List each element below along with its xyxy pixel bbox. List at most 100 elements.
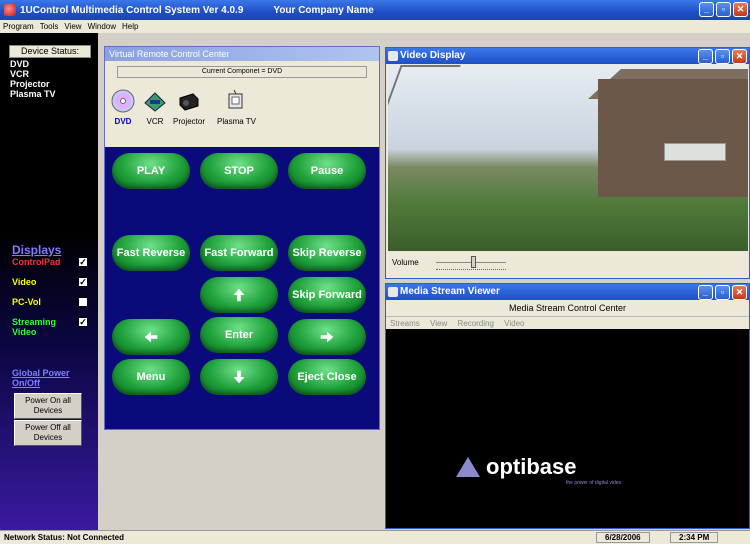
- fast-forward-button[interactable]: Fast Forward: [200, 235, 278, 271]
- skip-reverse-button[interactable]: Skip Reverse: [288, 235, 366, 271]
- minimize-icon[interactable]: _: [698, 49, 713, 64]
- close-icon[interactable]: ✕: [732, 49, 747, 64]
- menu-help[interactable]: Help: [122, 22, 138, 31]
- display-checkbox[interactable]: ✓: [78, 277, 88, 287]
- menu-button[interactable]: Menu: [112, 359, 190, 395]
- maximize-icon[interactable]: ▫: [715, 285, 730, 300]
- volume-thumb[interactable]: [471, 256, 476, 268]
- video-scene-barn: [598, 79, 748, 197]
- down-arrow-button[interactable]: [200, 359, 278, 395]
- app-icon: [4, 4, 16, 16]
- status-date: 6/28/2006: [596, 532, 650, 543]
- device-label: VCR: [146, 117, 164, 126]
- stream-menu-streams[interactable]: Streams: [390, 319, 420, 328]
- device-status-dvd: DVD: [10, 59, 30, 69]
- menu-tools[interactable]: Tools: [40, 22, 59, 31]
- stream-menu-bar: Streams View Recording Video: [386, 316, 749, 329]
- plasma-tv-icon: [224, 89, 248, 113]
- device-vcr[interactable]: VCR: [143, 89, 167, 126]
- arrow-up-icon: [233, 288, 245, 302]
- display-label: Video: [12, 277, 37, 287]
- remote-device-selector: Current Componet = DVD DVD VCR Projector…: [105, 61, 379, 147]
- power-on-all-button[interactable]: Power On all Devices: [14, 393, 82, 419]
- close-icon[interactable]: ✕: [732, 285, 747, 300]
- arrow-right-icon: [320, 331, 334, 343]
- company-name: Your Company Name: [273, 4, 374, 16]
- logo-tagline: the power of digital video: [566, 480, 622, 486]
- play-button[interactable]: PLAY: [112, 153, 190, 189]
- video-window-icon: [388, 51, 398, 61]
- vcr-icon: [143, 89, 167, 113]
- sidebar: Device Status: DVD VCR Projector Plasma …: [0, 33, 98, 530]
- minimize-icon[interactable]: _: [698, 285, 713, 300]
- current-component: Current Componet = DVD: [117, 66, 367, 78]
- stream-window-titlebar: Media Stream Viewer _ ▫ ✕: [386, 284, 749, 300]
- fast-reverse-button[interactable]: Fast Reverse: [112, 235, 190, 271]
- device-status-projector: Projector: [10, 79, 50, 89]
- video-scene-tree: [388, 65, 461, 135]
- up-arrow-button[interactable]: [200, 277, 278, 313]
- display-label: Streaming Video: [12, 317, 57, 337]
- stop-button[interactable]: STOP: [200, 153, 278, 189]
- video-display-window: Video Display _ ▫ ✕ Volume: [385, 47, 750, 279]
- eject-close-button[interactable]: Eject Close: [288, 359, 366, 395]
- display-label: ControlPad: [12, 257, 61, 267]
- device-projector[interactable]: Projector: [173, 89, 205, 126]
- video-scene-fence: [664, 143, 726, 161]
- enter-button[interactable]: Enter: [200, 317, 278, 353]
- display-checkbox[interactable]: ✓: [78, 257, 88, 267]
- stream-menu-recording[interactable]: Recording: [457, 319, 493, 328]
- app-titlebar: 1UControl Multimedia Control System Ver …: [0, 0, 750, 20]
- right-arrow-button[interactable]: [288, 319, 366, 355]
- display-label: PC-Vol: [12, 297, 41, 307]
- close-icon[interactable]: ✕: [733, 2, 748, 17]
- global-power-label: Global Power On/Off: [12, 368, 70, 388]
- displays-title: Displays: [12, 243, 62, 257]
- display-checkbox[interactable]: [78, 297, 88, 307]
- maximize-icon[interactable]: ▫: [715, 49, 730, 64]
- app-title: 1UControl Multimedia Control System Ver …: [20, 4, 244, 16]
- logo-text: optibase: [486, 454, 577, 479]
- stream-window-icon: [388, 287, 398, 297]
- video-window-controls: _ ▫ ✕: [698, 49, 747, 64]
- video-window-titlebar: Video Display _ ▫ ✕: [386, 48, 749, 64]
- pause-button[interactable]: Pause: [288, 153, 366, 189]
- device-status-list: DVD VCR Projector Plasma TV: [10, 59, 56, 99]
- device-dvd[interactable]: DVD: [111, 89, 135, 126]
- status-bar: Network Status: Not Connected 6/28/2006 …: [0, 530, 750, 544]
- stream-menu-video[interactable]: Video: [504, 319, 524, 328]
- device-label: Projector: [173, 117, 206, 126]
- power-off-all-button[interactable]: Power Off all Devices: [14, 420, 82, 446]
- device-status-vcr: VCR: [10, 69, 30, 79]
- stream-menu-view[interactable]: View: [430, 319, 447, 328]
- window-controls: _ ▫ ✕: [699, 2, 748, 17]
- menu-program[interactable]: Program: [3, 22, 34, 31]
- device-status-plasma-tv: Plasma TV: [10, 89, 56, 99]
- stream-window-controls: _ ▫ ✕: [698, 285, 747, 300]
- menu-view[interactable]: View: [64, 22, 81, 31]
- remote-control-panel: Virtual Remote Control Center Current Co…: [104, 46, 380, 430]
- network-status: Network Status: Not Connected: [4, 533, 125, 542]
- device-status-label: Device Status:: [9, 45, 91, 58]
- left-arrow-button[interactable]: [112, 319, 190, 355]
- status-time: 2:34 PM: [670, 532, 719, 543]
- arrow-left-icon: [144, 331, 158, 343]
- optibase-logo: optibase: [456, 454, 576, 480]
- remote-title: Virtual Remote Control Center: [105, 47, 379, 61]
- video-window-title: Video Display: [400, 50, 466, 61]
- projector-icon: [177, 89, 201, 113]
- device-label: DVD: [114, 117, 132, 126]
- stream-window-title: Media Stream Viewer: [400, 286, 500, 297]
- menu-window[interactable]: Window: [88, 22, 116, 31]
- media-stream-window: Media Stream Viewer _ ▫ ✕ Media Stream C…: [385, 283, 750, 529]
- minimize-icon[interactable]: _: [699, 2, 714, 17]
- restore-icon[interactable]: ▫: [716, 2, 731, 17]
- skip-forward-button[interactable]: Skip Forward: [288, 277, 366, 313]
- video-frame: [388, 65, 748, 251]
- volume-slider[interactable]: [436, 254, 506, 270]
- device-plasma-tv[interactable]: Plasma TV: [217, 89, 256, 126]
- display-checkbox[interactable]: ✓: [78, 317, 88, 327]
- arrow-down-icon: [233, 370, 245, 384]
- menu-bar: Program Tools View Window Help: [0, 20, 750, 33]
- optibase-triangle-icon: [456, 457, 480, 477]
